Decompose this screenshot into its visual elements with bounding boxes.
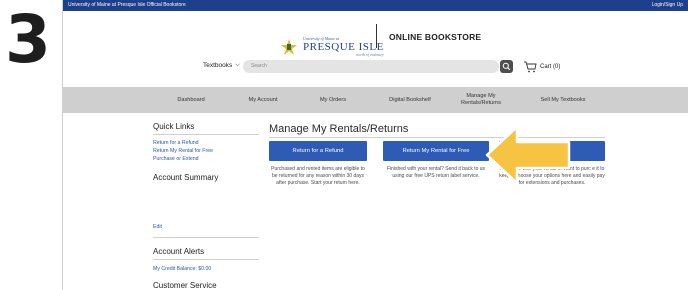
cart-label: Cart (0) <box>540 64 561 70</box>
pointer-arrow-icon <box>485 125 571 185</box>
search-icon <box>502 62 511 71</box>
return-refund-description: Purchased and rented items are eligible … <box>271 166 365 186</box>
quick-link-return-rental[interactable]: Return My Rental for Free <box>153 147 259 155</box>
quick-link-purchase-extend[interactable]: Purchase or Extend <box>153 155 259 163</box>
nav-sell-textbooks[interactable]: Sell My Textbooks <box>525 87 601 113</box>
cart-icon <box>524 61 537 73</box>
nav-digital-bookshelf[interactable]: Digital Bookshelf <box>369 87 451 113</box>
search-placeholder: Search <box>251 63 267 69</box>
top-bar: University of Maine at Presque Isle Offi… <box>63 0 688 11</box>
credit-balance-link[interactable]: My Credit Balance: $0.00 <box>153 265 259 273</box>
textbooks-dropdown[interactable]: Textbooks ⌵ <box>203 62 240 69</box>
university-logo[interactable]: University of Maine at PRESQUE ISLE nort… <box>279 37 384 57</box>
account-nav: Dashboard My Account My Orders Digital B… <box>63 87 688 113</box>
return-rental-free-button[interactable]: Return My Rental for Free <box>383 141 489 161</box>
tutorial-screenshot: 3 University of Maine at Presque Isle Of… <box>0 0 688 290</box>
edit-link[interactable]: Edit <box>153 223 259 238</box>
sidebar: Quick Links Return for a Refund Return M… <box>153 122 259 290</box>
nav-manage-rentals[interactable]: Manage My Rentals/Returns <box>451 87 511 113</box>
account-alerts-heading: Account Alerts <box>153 247 259 260</box>
nav-my-orders[interactable]: My Orders <box>303 87 363 113</box>
store-name-link[interactable]: University of Maine at Presque Isle Offi… <box>68 0 186 11</box>
logo-divider <box>376 24 377 48</box>
browser-page: University of Maine at Presque Isle Offi… <box>62 0 688 290</box>
return-refund-button[interactable]: Return for a Refund <box>269 141 367 161</box>
login-signup-link[interactable]: Login/Sign Up <box>652 0 683 11</box>
textbooks-label: Textbooks <box>203 62 233 69</box>
logo-emblem-icon <box>279 38 299 56</box>
chevron-down-icon: ⌵ <box>235 62 240 68</box>
search-row: Textbooks ⌵ Search Cart (0) <box>63 60 688 74</box>
account-summary-heading: Account Summary <box>153 173 219 182</box>
search-input[interactable]: Search <box>243 60 499 73</box>
cart-button[interactable]: Cart (0) <box>523 61 560 73</box>
customer-service-heading: Customer Service <box>153 281 217 290</box>
search-button[interactable] <box>500 60 513 73</box>
quick-link-return-refund[interactable]: Return for a Refund <box>153 139 259 147</box>
step-number: 3 <box>5 1 51 78</box>
store-title: ONLINE BOOKSTORE <box>389 32 482 42</box>
logo-tagline: north of ordinary <box>356 52 384 57</box>
nav-my-account[interactable]: My Account <box>233 87 293 113</box>
return-rental-free-description: Finished with your rental? Send it back … <box>386 166 486 179</box>
quick-links-heading: Quick Links <box>153 122 259 135</box>
nav-dashboard[interactable]: Dashboard <box>159 87 223 113</box>
